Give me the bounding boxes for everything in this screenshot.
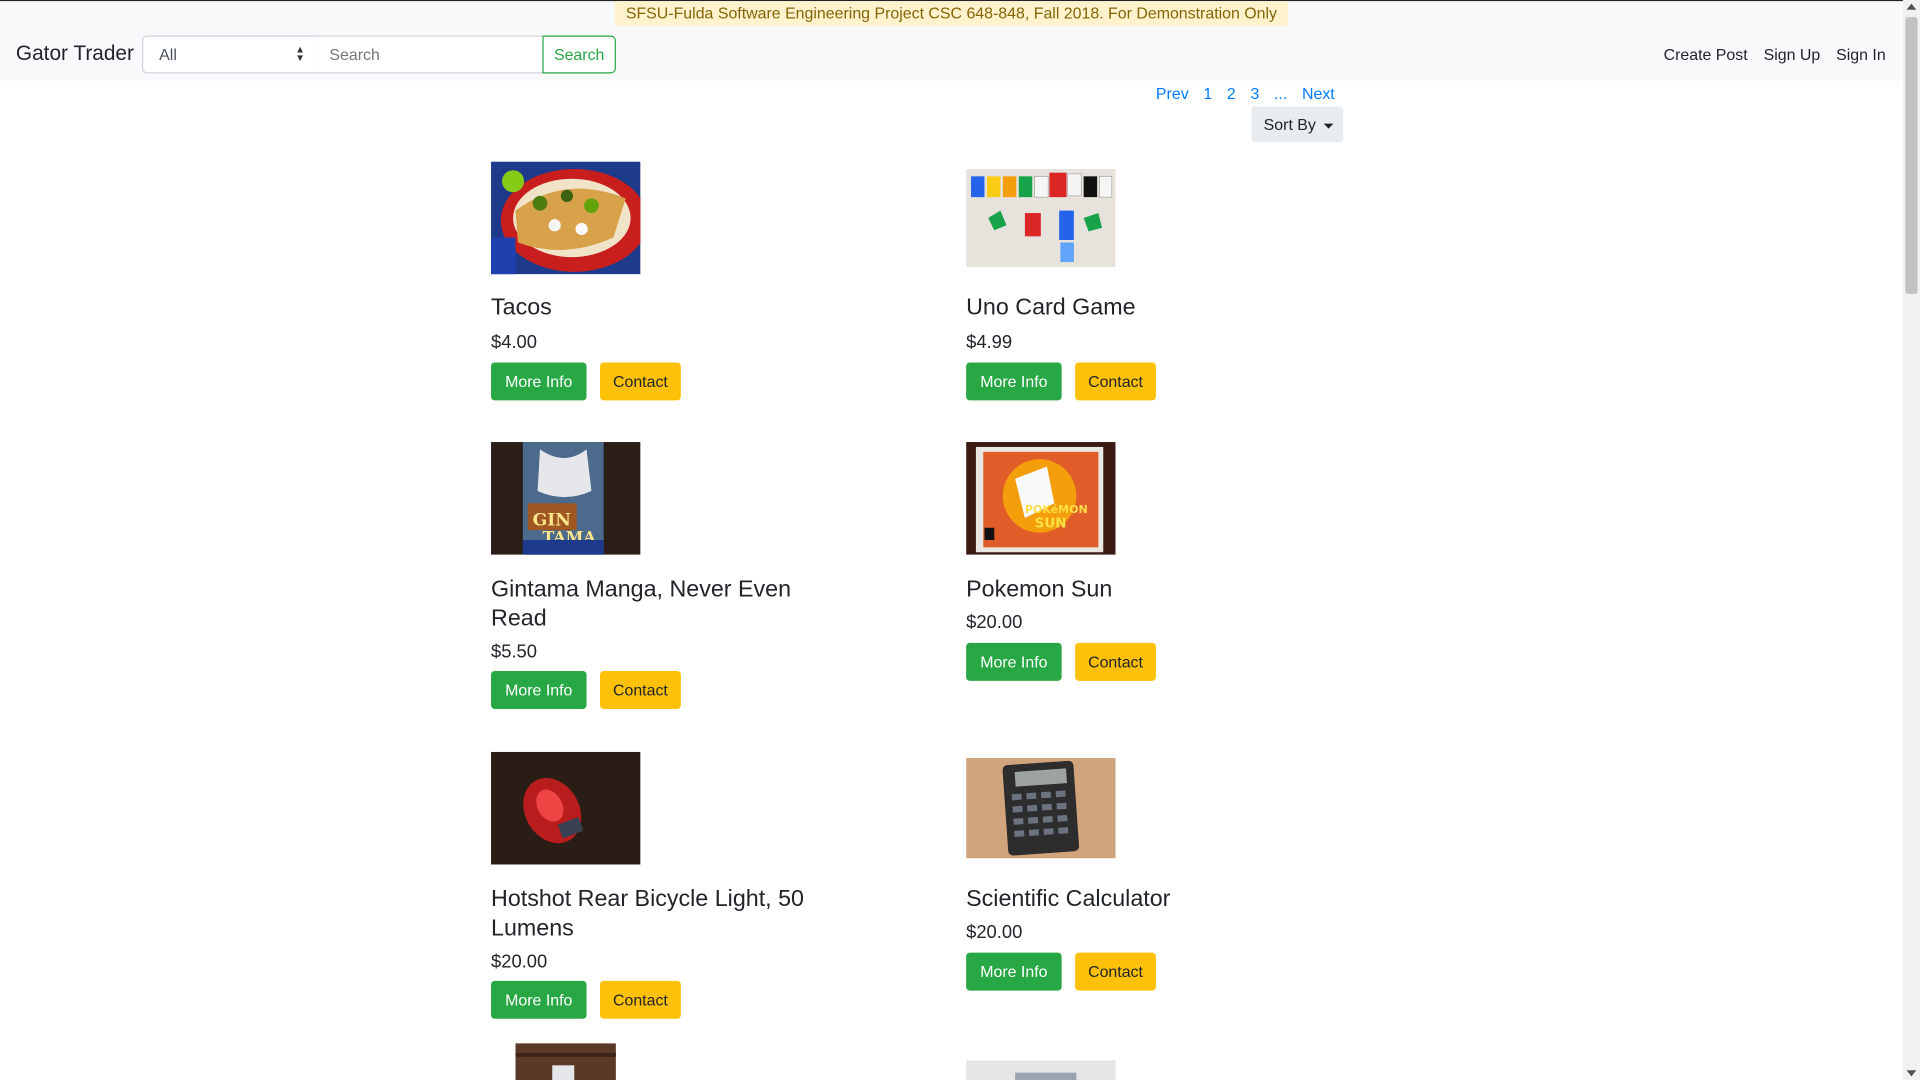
category-select[interactable]: All ▲ ▼ (142, 35, 319, 74)
caret-down-icon (1323, 123, 1334, 129)
page-scrollbar[interactable] (1902, 0, 1920, 1080)
listing-thumbnail-partial[interactable] (966, 1060, 1116, 1080)
pagination-ellipsis[interactable]: ... (1274, 84, 1287, 102)
calculator-photo[interactable] (966, 757, 1116, 859)
listing-title[interactable]: Scientific Calculator (966, 885, 1321, 914)
brand-logo[interactable]: Gator Trader (16, 42, 134, 66)
more-info-button[interactable]: More Info (966, 362, 1062, 401)
listing-title[interactable]: Hotshot Rear Bicycle Light, 50 Lumens (491, 885, 846, 944)
contact-button[interactable]: Contact (600, 980, 681, 1019)
create-post-link[interactable]: Create Post (1664, 45, 1748, 63)
bike-light-photo[interactable] (491, 751, 641, 865)
listing-title[interactable]: Gintama Manga, Never Even Read (491, 576, 846, 635)
pokemon-sun-photo[interactable]: POKéMON SUN (966, 442, 1116, 555)
pagination: Prev 1 2 3 ... Next (1156, 84, 1335, 102)
listing-thumbnail-partial[interactable] (515, 1043, 616, 1080)
listing-title[interactable]: Uno Card Game (966, 294, 1321, 323)
svg-text:POKéMON: POKéMON (1025, 503, 1088, 516)
sign-in-link[interactable]: Sign In (1836, 45, 1886, 63)
pagination-page-1[interactable]: 1 (1203, 84, 1212, 102)
scroll-up-icon[interactable] (1906, 3, 1917, 10)
more-info-button[interactable]: More Info (966, 952, 1062, 991)
more-info-button[interactable]: More Info (966, 642, 1062, 681)
search-input[interactable] (317, 35, 544, 74)
uno-cards-photo[interactable] (966, 168, 1116, 267)
listing-price: $4.99 (966, 331, 1013, 353)
category-selected-value: All (159, 45, 177, 64)
more-info-button[interactable]: More Info (491, 362, 587, 401)
demo-banner: SFSU-Fulda Software Engineering Project … (614, 1, 1289, 26)
pagination-page-2[interactable]: 2 (1227, 84, 1236, 102)
svg-text:SUN: SUN (1035, 517, 1067, 532)
gintama-manga-photo[interactable]: GIN TAMA (491, 442, 641, 555)
scrollbar-thumb[interactable] (1905, 17, 1918, 294)
sort-by-dropdown[interactable]: Sort By (1251, 106, 1344, 143)
listing-price: $20.00 (966, 612, 1023, 634)
listing-price: $20.00 (966, 922, 1023, 943)
pagination-page-3[interactable]: 3 (1250, 84, 1259, 102)
contact-button[interactable]: Contact (1075, 362, 1156, 401)
listing-title[interactable]: Pokemon Sun (966, 576, 1321, 605)
more-info-button[interactable]: More Info (491, 671, 587, 709)
nav-links: Create Post Sign Up Sign In (1664, 45, 1886, 63)
contact-button[interactable]: Contact (1075, 642, 1156, 681)
pagination-prev[interactable]: Prev (1156, 84, 1189, 102)
listing-price: $4.00 (491, 331, 537, 353)
search-button[interactable]: Search (542, 35, 616, 74)
listing-price: $20.00 (491, 951, 548, 973)
more-info-button[interactable]: More Info (491, 980, 587, 1019)
listing-title[interactable]: Tacos (491, 294, 846, 323)
sign-up-link[interactable]: Sign Up (1764, 45, 1821, 63)
scroll-down-icon[interactable] (1906, 1070, 1917, 1077)
contact-button[interactable]: Contact (600, 671, 681, 709)
pagination-next[interactable]: Next (1302, 84, 1335, 102)
sort-by-label: Sort By (1263, 115, 1316, 134)
select-arrows-icon: ▲ ▼ (295, 44, 305, 64)
contact-button[interactable]: Contact (600, 362, 681, 401)
contact-button[interactable]: Contact (1075, 952, 1156, 991)
listing-price: $5.50 (491, 641, 537, 663)
tacos-photo[interactable] (491, 161, 641, 275)
